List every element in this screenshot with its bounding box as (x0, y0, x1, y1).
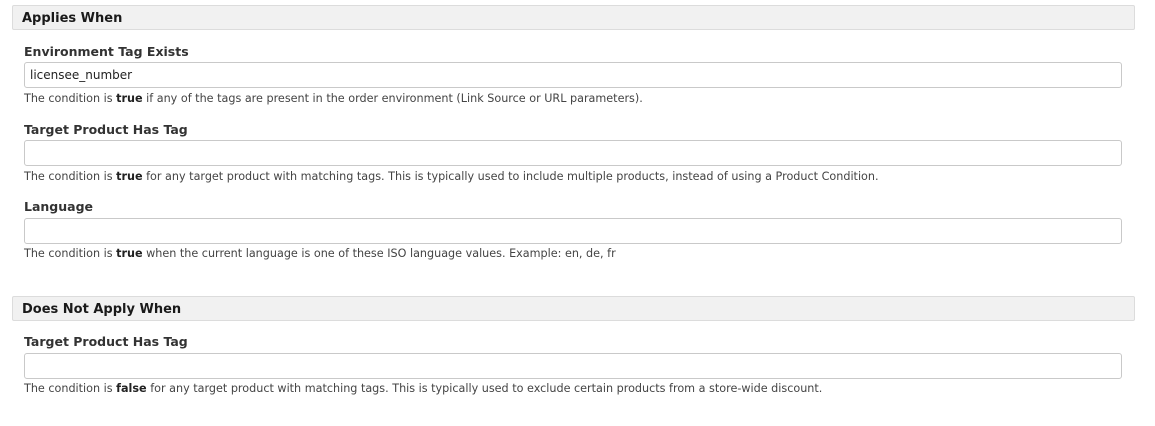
language-help: The condition is true when the current l… (24, 247, 616, 260)
help-keyword: true (116, 247, 143, 260)
exclude-target-product-has-tag-help: The condition is false for any target pr… (24, 382, 822, 395)
help-suffix: if any of the tags are present in the or… (142, 92, 643, 105)
help-keyword: true (116, 170, 143, 183)
target-product-has-tag-input[interactable] (24, 140, 1122, 166)
help-keyword: false (116, 382, 147, 395)
help-suffix: when the current language is one of thes… (142, 247, 616, 260)
help-prefix: The condition is (24, 170, 117, 183)
applies-when-header: Applies When (12, 5, 1135, 30)
environment-tag-exists-help: The condition is true if any of the tags… (24, 92, 643, 105)
environment-tag-exists-label: Environment Tag Exists (24, 44, 189, 59)
target-product-has-tag-help: The condition is true for any target pro… (24, 170, 879, 183)
help-prefix: The condition is (24, 92, 117, 105)
help-keyword: true (116, 92, 143, 105)
environment-tag-exists-input[interactable] (24, 62, 1122, 88)
does-not-apply-when-title: Does Not Apply When (22, 302, 182, 317)
help-prefix: The condition is (24, 382, 117, 395)
does-not-apply-when-header: Does Not Apply When (12, 296, 1135, 321)
exclude-target-product-has-tag-label: Target Product Has Tag (24, 334, 188, 349)
target-product-has-tag-label: Target Product Has Tag (24, 122, 188, 137)
applies-when-title: Applies When (22, 11, 123, 26)
help-suffix: for any target product with matching tag… (142, 170, 879, 183)
exclude-target-product-has-tag-input[interactable] (24, 353, 1122, 379)
language-input[interactable] (24, 218, 1122, 244)
language-label: Language (24, 199, 94, 214)
help-prefix: The condition is (24, 247, 117, 260)
help-suffix: for any target product with matching tag… (146, 382, 823, 395)
